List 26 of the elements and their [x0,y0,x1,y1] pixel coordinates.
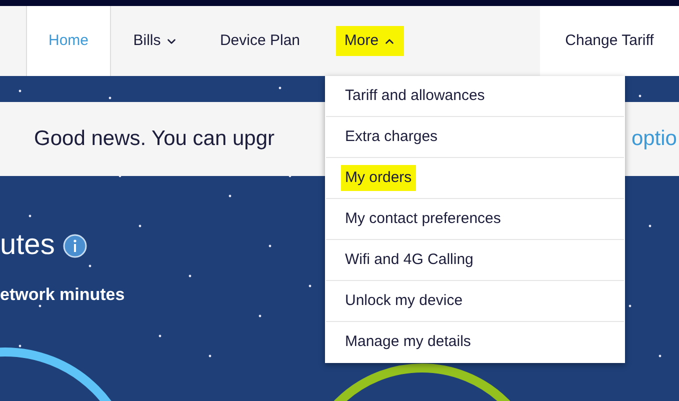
nav-tab[interactable]: Device Plan [200,6,320,76]
banner-text: Good news. You can upgr [34,126,276,152]
menu-item-label: Extra charges [345,126,438,147]
menu-item-label: Tariff and allowances [345,86,485,106]
info-icon [62,234,87,258]
nav-label: Device Plan [220,30,300,51]
menu-item[interactable]: Manage my details [326,322,624,363]
nav-label: Bills [133,30,178,52]
nav-tab[interactable]: More [320,6,420,76]
menu-item[interactable]: My orders [326,158,624,199]
section-subtitle: etwork minutes [0,284,125,306]
nav-tab[interactable]: Bills [111,6,200,76]
section-title: utes [0,228,55,263]
menu-item[interactable]: Wifi and 4G Calling [326,240,624,281]
menu-item-label: My contact preferences [345,208,501,229]
menu-item-label: Manage my details [345,332,471,352]
menu-item-label: Wifi and 4G Calling [345,250,474,270]
nav-label: Home [48,30,88,51]
menu-item-label: My orders [341,164,416,192]
menu-item-label: Unlock my device [345,290,463,311]
menu-item[interactable]: My contact preferences [326,199,624,240]
menu-item[interactable]: Tariff and allowances [326,76,624,117]
nav-label: More [336,26,404,56]
change-tariff-button[interactable]: Change Tariff [540,6,679,76]
menu-item[interactable]: Unlock my device [326,281,624,322]
menu-item[interactable]: Extra charges [326,117,624,158]
